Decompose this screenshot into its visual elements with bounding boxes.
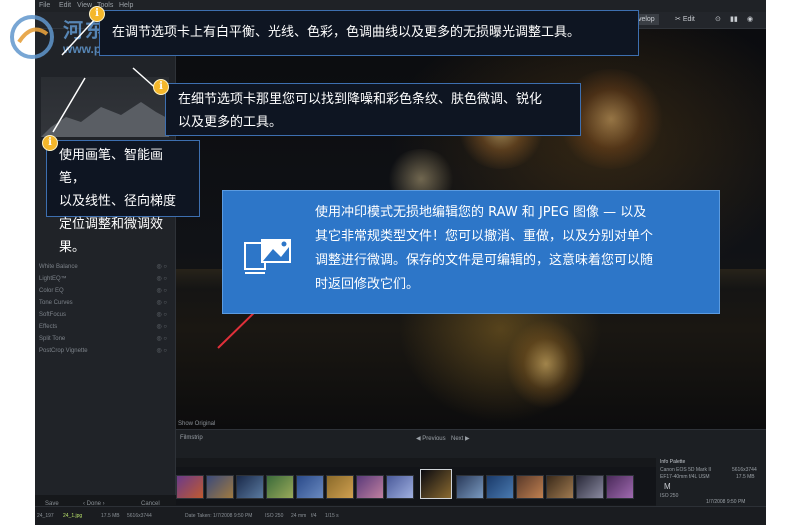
thumbnail[interactable] — [206, 475, 234, 499]
panel-tone-curves[interactable]: Tone Curves ◎ ○ — [39, 298, 169, 308]
filmstrip-header: Filmstrip ◀ Previous Next ▶ — [176, 429, 766, 458]
histogram-icon[interactable]: ▮▮ — [730, 14, 738, 25]
water-reflection — [506, 319, 586, 409]
info-filesize: 17.5 MB — [736, 474, 755, 480]
callout-adjust-text: 在调节选项卡上有白平衡、光线、色彩，色调曲线以及更多的无损曝光调整工具。 — [112, 25, 581, 40]
status-filename: 24_1.jpg — [63, 513, 83, 519]
info-mode: M — [664, 482, 671, 491]
status-dimensions: 5616x3744 — [127, 513, 152, 519]
info-lens: EF17-40mm f/4L USM — [660, 474, 710, 480]
previous-button[interactable]: ◀ Previous — [416, 435, 446, 442]
thumbnail[interactable] — [386, 475, 414, 499]
thumbnail[interactable] — [486, 475, 514, 499]
info-palette: Info Palette Canon EOS 5D Mark II 5616x3… — [656, 457, 766, 507]
callout-brush-line3: 定位调整和微调效果。 — [59, 217, 164, 255]
edit-tab-label: Edit — [682, 16, 695, 23]
settings-icon[interactable]: ⊙ — [715, 14, 721, 25]
status-index: 24_197 — [37, 513, 54, 519]
previous-label: Previous — [422, 436, 446, 442]
panel-softfocus[interactable]: SoftFocus ◎ ○ — [39, 310, 169, 320]
eye-icon[interactable]: ◉ — [747, 14, 753, 25]
filmstrip-title: Filmstrip — [180, 435, 203, 441]
toggle-icon[interactable]: ◎ ○ — [156, 262, 167, 272]
panel-effects[interactable]: Effects ◎ ○ — [39, 322, 169, 332]
develop-mode-icon — [244, 239, 291, 274]
callout-detail-line1: 在细节选项卡那里您可以找到降噪和彩色条纹、肤色微调、锐化 — [178, 92, 543, 107]
toggle-icon[interactable]: ◎ ○ — [156, 334, 167, 344]
menu-file[interactable]: File — [39, 2, 50, 9]
status-iso: ISO 250 — [265, 513, 284, 519]
panel-label: Tone Curves — [39, 300, 73, 306]
info-icon: i — [42, 135, 58, 151]
toggle-icon[interactable]: ◎ ○ — [156, 310, 167, 320]
next-button[interactable]: Next ▶ — [451, 435, 470, 442]
thumbnail[interactable] — [576, 475, 604, 499]
callout-develop-line1: 使用冲印模式无损地编辑您的 RAW 和 JPEG 图像 — 以及 — [315, 205, 647, 220]
histogram-graph — [41, 102, 169, 137]
thumbnail[interactable] — [356, 475, 384, 499]
callout-detail-tab: 在细节选项卡那里您可以找到降噪和彩色条纹、肤色微调、锐化 以及更多的工具。 — [165, 83, 581, 136]
toggle-icon[interactable]: ◎ ○ — [156, 346, 167, 356]
panel-label: SoftFocus — [39, 312, 67, 318]
toggle-icon[interactable]: ◎ ○ — [156, 322, 167, 332]
filmstrip — [176, 467, 656, 505]
menu-help[interactable]: Help — [119, 2, 133, 9]
status-filesize: 17.5 MB — [101, 513, 120, 519]
callout-detail-line2: 以及更多的工具。 — [178, 115, 283, 130]
watermark-logo-icon — [10, 15, 54, 59]
thumbnail[interactable] — [176, 475, 204, 499]
panel-postcrop-vignette[interactable]: PostCrop Vignette ◎ ○ — [39, 346, 169, 356]
callout-adjust-tab: 在调节选项卡上有白平衡、光线、色彩，色调曲线以及更多的无损曝光调整工具。 — [99, 10, 639, 56]
callout-develop-line2: 其它非常规类型文件！您可以撤消、重做，以及分别对单个 — [315, 229, 654, 244]
panel-color-eq[interactable]: Color EQ ◎ ○ — [39, 286, 169, 296]
callout-develop-text: 使用冲印模式无损地编辑您的 RAW 和 JPEG 图像 — 以及 其它非常规类型… — [315, 201, 711, 297]
thumbnail[interactable] — [546, 475, 574, 499]
thumbnail[interactable] — [236, 475, 264, 499]
panel-split-tone[interactable]: Split Tone ◎ ○ — [39, 334, 169, 344]
callout-develop-line3: 调整进行微调。保存的文件是可编辑的，这意味着您可以随 — [315, 253, 654, 268]
panel-lighteq[interactable]: LightEQ™ ◎ ○ — [39, 274, 169, 284]
menu-edit[interactable]: Edit — [59, 2, 71, 9]
info-date: 1/7/2008 9:50 PM — [706, 499, 746, 505]
next-label: Next — [451, 436, 464, 442]
panel-label: PostCrop Vignette — [39, 348, 88, 354]
show-original-button[interactable]: Show Original — [178, 421, 215, 427]
thumbnail[interactable] — [326, 475, 354, 499]
callout-brush: 使用画笔、智能画笔， 以及线性、径向梯度 定位调整和微调效果。 — [46, 140, 200, 255]
panel-label: White Balance — [39, 264, 78, 270]
thumbnail[interactable] — [456, 475, 484, 499]
panel-label: Effects — [39, 324, 58, 330]
info-icon: i — [89, 6, 105, 22]
info-title: Info Palette — [660, 459, 686, 465]
callout-develop-mode: 使用冲印模式无损地编辑您的 RAW 和 JPEG 图像 — 以及 其它非常规类型… — [222, 190, 720, 314]
thumbnail[interactable] — [516, 475, 544, 499]
panel-white-balance[interactable]: White Balance ◎ ○ — [39, 262, 169, 272]
thumbnail[interactable] — [266, 475, 294, 499]
status-bar: 24_197 24_1.jpg 17.5 MB 5616x3744 Date T… — [35, 506, 766, 525]
panel-label: Color EQ — [39, 288, 64, 294]
callout-brush-line1: 使用画笔、智能画笔， — [59, 148, 164, 186]
status-shutter: 1/15 s — [325, 513, 339, 519]
info-icon: i — [153, 79, 169, 95]
thumbnail-selected[interactable] — [420, 469, 452, 499]
toggle-icon[interactable]: ◎ ○ — [156, 274, 167, 284]
menu-view[interactable]: View — [77, 2, 92, 9]
edit-tab[interactable]: ✂ Edit — [675, 14, 695, 25]
panel-label: Split Tone — [39, 336, 66, 342]
status-aperture: f/4 — [311, 513, 317, 519]
adjustments-panel: White Balance ◎ ○ LightEQ™ ◎ ○ Color EQ ◎ ○… — [35, 29, 176, 507]
panel-label: LightEQ™ — [39, 276, 67, 282]
status-focal: 24 mm — [291, 513, 307, 519]
histogram — [41, 77, 169, 137]
thumbnail[interactable] — [606, 475, 634, 499]
info-camera: Canon EOS 5D Mark II — [660, 467, 712, 473]
info-iso: ISO 250 — [660, 493, 679, 499]
callout-develop-line4: 时返回修改它们。 — [315, 277, 420, 292]
toggle-icon[interactable]: ◎ ○ — [156, 298, 167, 308]
thumbnail[interactable] — [296, 475, 324, 499]
status-date: Date Taken: 1/7/2008 9:50 PM — [185, 513, 253, 519]
callout-brush-line2: 以及线性、径向梯度 — [59, 194, 177, 209]
toggle-icon[interactable]: ◎ ○ — [156, 286, 167, 296]
info-size: 5616x3744 — [732, 467, 757, 473]
